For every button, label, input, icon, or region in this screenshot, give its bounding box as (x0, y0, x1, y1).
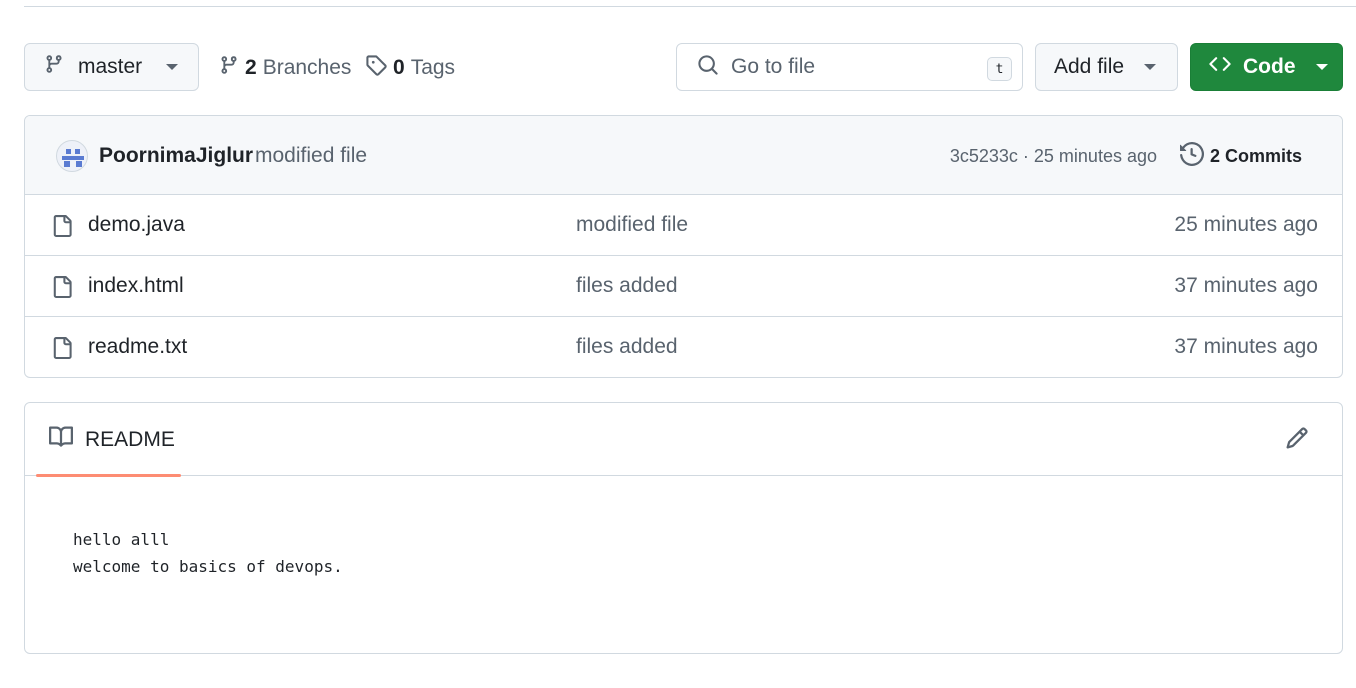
edit-readme-button[interactable] (1284, 426, 1310, 455)
top-divider (24, 6, 1356, 7)
add-file-label: Add file (1054, 55, 1125, 78)
branches-label: Branches (262, 56, 352, 79)
chevron-down-icon (166, 64, 179, 70)
file-commit-time: 37 minutes ago (1174, 274, 1318, 297)
active-tab-underline (36, 474, 181, 477)
history-icon (1180, 141, 1205, 171)
branch-label: master (78, 55, 143, 78)
chevron-down-icon (1144, 64, 1157, 70)
file-commit-message-link[interactable]: modified file (576, 213, 688, 237)
latest-commit-bar: PoornimaJiglur modified file 3c5233c · 2… (25, 116, 1342, 195)
branch-selector-button[interactable]: master (24, 43, 199, 91)
chevron-down-icon (1315, 64, 1328, 70)
pencil-icon (1285, 426, 1309, 455)
file-commit-time: 37 minutes ago (1174, 335, 1318, 358)
readme-header: README (25, 403, 1342, 477)
readme-tab-label: README (85, 427, 175, 451)
tags-link[interactable]: 0 Tags (365, 54, 455, 82)
file-list-box: PoornimaJiglur modified file 3c5233c · 2… (24, 115, 1343, 378)
tab-readme[interactable]: README (36, 403, 181, 477)
tag-icon (365, 54, 387, 82)
commit-message-link[interactable]: modified file (255, 144, 367, 168)
search-input[interactable] (731, 55, 971, 79)
readme-content: hello alll welcome to basics of devops. (25, 476, 1342, 580)
search-icon (697, 54, 719, 81)
tags-label: Tags (410, 56, 456, 79)
file-icon (51, 213, 73, 244)
file-icon (51, 274, 73, 305)
file-name-link[interactable]: readme.txt (88, 335, 187, 359)
keyboard-shortcut-hint: t (987, 57, 1012, 81)
file-commit-message-link[interactable]: files added (576, 335, 678, 359)
readme-line: hello alll (73, 530, 170, 549)
branches-link[interactable]: 2 Branches (219, 54, 351, 82)
file-row[interactable]: demo.java modified file 25 minutes ago (25, 195, 1342, 256)
file-commit-message-link[interactable]: files added (576, 274, 678, 298)
commits-count-label: 2 Commits (1210, 146, 1303, 166)
file-commit-time: 25 minutes ago (1174, 213, 1318, 236)
avatar[interactable] (56, 140, 88, 172)
go-to-file-search[interactable]: t (676, 43, 1023, 91)
add-file-button[interactable]: Add file (1035, 43, 1178, 91)
code-button[interactable]: Code (1190, 43, 1343, 91)
file-row[interactable]: index.html files added 37 minutes ago (25, 256, 1342, 317)
tags-count: 0 (393, 56, 405, 79)
readme-line: welcome to basics of devops. (73, 557, 343, 576)
commits-history-link[interactable]: 2 Commits (1180, 141, 1303, 171)
branches-count: 2 (245, 56, 257, 79)
commit-hash-time[interactable]: 3c5233c · 25 minutes ago (950, 146, 1157, 167)
commit-author-link[interactable]: PoornimaJiglur (99, 144, 253, 168)
file-icon (51, 335, 73, 366)
readme-panel: README hello alll welcome to basics of d… (24, 402, 1343, 654)
file-name-link[interactable]: index.html (88, 274, 184, 298)
git-branch-icon (44, 53, 64, 81)
git-branch-icon (219, 54, 239, 82)
file-name-link[interactable]: demo.java (88, 213, 185, 237)
file-row[interactable]: readme.txt files added 37 minutes ago (25, 317, 1342, 377)
book-icon (49, 425, 74, 454)
code-label: Code (1243, 55, 1296, 78)
code-icon (1209, 53, 1231, 81)
